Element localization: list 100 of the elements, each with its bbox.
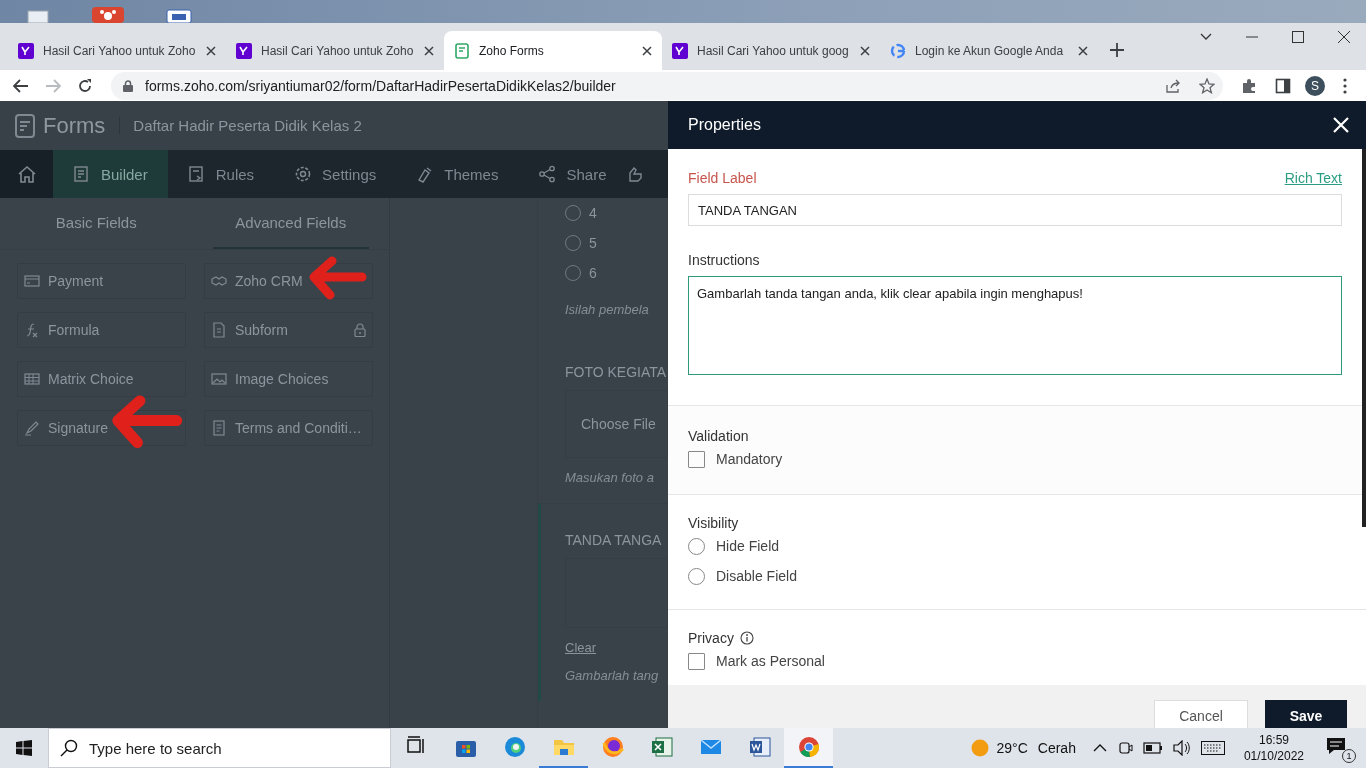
search-field[interactable]: Type here to search [48, 728, 391, 768]
volume-icon[interactable] [1172, 740, 1191, 756]
browser-tab[interactable]: Zoho Forms [444, 31, 662, 70]
close-icon[interactable] [642, 45, 652, 56]
field-item[interactable]: Payment [17, 263, 186, 299]
option-label: Hide Field [716, 538, 780, 554]
spreadsheet-icon [649, 735, 674, 759]
browser-tab[interactable]: Login ke Akun Google Anda [880, 31, 1098, 70]
browser-tab[interactable]: Hasil Cari Yahoo untuk goog [662, 31, 880, 70]
choice-label: 6 [589, 265, 597, 281]
puzzle-icon[interactable] [1241, 77, 1257, 94]
close-icon[interactable] [860, 45, 870, 56]
field-label: Instructions [688, 252, 761, 268]
choice-label: 4 [589, 205, 597, 221]
keyboard-icon[interactable] [1200, 741, 1225, 755]
field-label: FOTO KEGIATA [565, 364, 668, 380]
close-icon[interactable] [206, 45, 216, 56]
section-title: Visibility [688, 515, 739, 531]
browser-icon [796, 735, 821, 759]
back-icon[interactable] [13, 78, 29, 93]
weather-widget[interactable]: 29°C Cerah [970, 739, 1076, 757]
clock[interactable]: 16:59 01/10/2022 [1243, 732, 1304, 764]
scrollbar[interactable] [1362, 149, 1366, 527]
close-icon[interactable] [1338, 31, 1350, 43]
label-input[interactable]: TANDA TANGAN [688, 194, 1342, 226]
nav-tab[interactable]: Settings [274, 150, 397, 198]
document-icon [187, 165, 206, 183]
taskbar-app[interactable] [784, 728, 833, 768]
new-tab-icon[interactable] [1110, 43, 1124, 57]
tab-title: Hasil Cari Yahoo untuk goog [697, 43, 850, 58]
document-icon [211, 420, 227, 436]
nav-tab[interactable]: Builder [53, 150, 168, 198]
lock-icon [123, 79, 133, 92]
sun-icon [970, 739, 989, 757]
maximize-icon[interactable] [1292, 31, 1304, 43]
windows-icon[interactable] [16, 740, 32, 756]
gear-icon [294, 165, 313, 183]
home-icon[interactable] [16, 164, 37, 184]
field-item[interactable]: Matrix Choice [17, 361, 186, 397]
image-icon [211, 371, 227, 387]
document-icon [211, 322, 227, 338]
close-icon[interactable] [424, 45, 434, 56]
edge-icon [502, 735, 527, 759]
address-field[interactable]: forms.zoho.com/sriyantiumar02/form/DaftarHadirPesertaDidikKelas2/builder [111, 71, 1223, 100]
chevron-down-icon[interactable] [1200, 33, 1212, 41]
nav-tab[interactable]: Themes [396, 150, 519, 198]
checkbox[interactable] [688, 652, 705, 670]
sidebar-icon[interactable] [1275, 77, 1291, 94]
star-icon[interactable] [1199, 77, 1215, 94]
document-icon [73, 165, 91, 183]
chevron-up-icon[interactable] [1092, 744, 1107, 752]
favicon-icon [890, 42, 906, 59]
checkbox[interactable] [688, 450, 705, 468]
close-icon[interactable] [1078, 45, 1088, 56]
document-icon [747, 735, 772, 759]
browser-tab[interactable]: Hasil Cari Yahoo untuk Zoho [8, 31, 226, 70]
section-title: Privacy [688, 630, 734, 646]
favicon-icon [454, 42, 470, 59]
reload-icon[interactable] [77, 77, 93, 94]
browser-tab[interactable]: Hasil Cari Yahoo untuk Zoho [226, 31, 444, 70]
rich-text-link[interactable]: Rich Text [1284, 170, 1342, 186]
favicon-icon [18, 42, 34, 59]
option-label: Disable Field [716, 568, 797, 584]
field-item[interactable]: Subform [204, 312, 373, 348]
notification-icon[interactable] [1326, 737, 1346, 755]
instructions-input[interactable]: Gambarlah tanda tangan anda, klik clear apabila ingin menghapus! [688, 276, 1342, 375]
panel-title: Properties [688, 116, 761, 134]
form-title: Daftar Hadir Peserta Didik Kelas 2 [119, 117, 362, 134]
tab-title: Hasil Cari Yahoo untuk Zoho [261, 43, 415, 58]
hand-icon[interactable] [626, 165, 645, 183]
field-hint: Isilah pembela [564, 301, 650, 319]
fox-globe-icon [600, 735, 625, 759]
section-title: Validation [688, 428, 749, 444]
upload-area[interactable]: Choose File [565, 390, 668, 458]
field-item[interactable]: Terms and Conditi… [204, 410, 373, 446]
field-label: Field Label [688, 170, 757, 186]
field-item[interactable]: Zoho CRM [204, 263, 373, 299]
share-icon[interactable] [1165, 77, 1181, 94]
save-button[interactable]: Save [1265, 700, 1347, 728]
tab-title: Login ke Akun Google Anda [915, 43, 1065, 58]
field-type-tab[interactable]: Basic Fields [18, 198, 175, 249]
card-icon [24, 273, 40, 289]
field-item[interactable]: Image Choices [204, 361, 373, 397]
forms-logo-icon [15, 113, 35, 138]
cancel-button[interactable]: Cancel [1154, 700, 1248, 728]
tab-title: Zoho Forms [479, 43, 545, 58]
nav-tab[interactable]: Rules [167, 150, 275, 198]
battery-icon[interactable] [1142, 742, 1163, 754]
more-icon[interactable] [1343, 77, 1347, 94]
profile-avatar[interactable]: S [1305, 75, 1325, 96]
field-type-tab[interactable]: Advanced Fields [212, 198, 369, 249]
notification-count: 1 [1342, 749, 1356, 763]
brand-name: Forms [43, 112, 106, 139]
camera-icon[interactable] [1116, 740, 1133, 756]
field-item[interactable]: Signature [17, 410, 186, 446]
field-item[interactable]: Formula [17, 312, 186, 348]
nav-tab[interactable]: Share [518, 150, 627, 198]
option-label: Mark as Personal [716, 653, 825, 669]
clear-link[interactable]: Clear [565, 640, 597, 655]
option-label: Mandatory [716, 451, 783, 467]
